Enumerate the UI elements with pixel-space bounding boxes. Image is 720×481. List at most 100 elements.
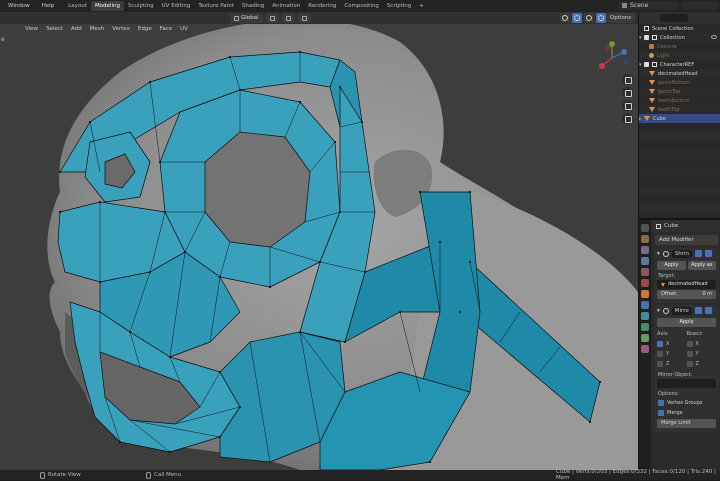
tab-animation[interactable]: Animation: [268, 1, 304, 11]
render-toggle-icon[interactable]: [705, 250, 713, 257]
checkbox-icon[interactable]: [644, 35, 649, 40]
mirror-object-field[interactable]: [657, 379, 716, 388]
shrinkwrap-name-field[interactable]: Shrin: [671, 249, 693, 258]
shrinkwrap-apply-button[interactable]: Apply: [657, 261, 686, 270]
overlay-toggle[interactable]: [560, 13, 570, 23]
checkbox-icon[interactable]: [658, 410, 664, 416]
perspective-toggle-icon[interactable]: [622, 113, 633, 124]
tab-scripting[interactable]: Scripting: [383, 1, 415, 11]
vertex-groups-toggle[interactable]: Vertex Groups: [654, 398, 719, 408]
xray-icon: [574, 15, 580, 21]
checkbox-icon[interactable]: [657, 361, 663, 367]
view-layer-tab-icon[interactable]: [641, 257, 649, 265]
menu-edge[interactable]: Edge: [135, 26, 155, 32]
transform-orientation-dropdown[interactable]: Global: [230, 13, 263, 23]
menu-face[interactable]: Face: [157, 26, 175, 32]
world-tab-icon[interactable]: [641, 279, 649, 287]
proportional-edit-button[interactable]: [297, 13, 311, 23]
view-layer-selector[interactable]: [682, 1, 718, 10]
checkbox-icon[interactable]: [644, 62, 649, 67]
material-shading-button[interactable]: [596, 13, 606, 23]
zoom-icon[interactable]: [622, 74, 633, 85]
outliner-row-scene-collection[interactable]: Scene Collection: [639, 24, 720, 33]
snap-button[interactable]: [281, 13, 295, 23]
axis-x-toggle[interactable]: X: [657, 339, 687, 349]
checkbox-icon[interactable]: [686, 361, 693, 367]
menu-mesh[interactable]: Mesh: [87, 26, 107, 32]
scene-selector[interactable]: Scene: [618, 1, 678, 10]
outliner-search-field[interactable]: [660, 14, 688, 22]
menu-uv[interactable]: UV: [177, 26, 191, 32]
material-tab-icon[interactable]: [641, 345, 649, 353]
tab-shading[interactable]: Shading: [238, 1, 268, 11]
axis-y-toggle[interactable]: Y: [657, 349, 687, 359]
scene-tab-icon[interactable]: [641, 268, 649, 276]
tab-uv-editing[interactable]: UV Editing: [158, 1, 195, 11]
checkbox-icon[interactable]: [686, 341, 693, 347]
outliner-row-cube[interactable]: ▸ Cube: [639, 114, 720, 123]
outliner-row-decimatedhead[interactable]: decimatedHead: [639, 69, 720, 78]
merge-limit-field[interactable]: Merge Limit: [657, 419, 716, 428]
viewport-render: [0, 12, 638, 470]
modifier-tab-icon[interactable]: [641, 301, 649, 309]
checkbox-icon[interactable]: [657, 341, 663, 347]
outliner-row-light[interactable]: Light: [639, 51, 720, 60]
outliner-row-characterref[interactable]: ▾ CharacterREF: [639, 60, 720, 69]
outliner-row-teethbottom[interactable]: teethBottom: [639, 96, 720, 105]
object-name: Cube: [664, 223, 679, 229]
data-tab-icon[interactable]: [641, 334, 649, 342]
physics-tab-icon[interactable]: [641, 323, 649, 331]
tab-sculpting[interactable]: Sculpting: [124, 1, 158, 11]
tab-modeling[interactable]: Modeling: [90, 1, 124, 11]
editmode-toggle-icon[interactable]: [694, 307, 702, 314]
xray-toggle[interactable]: [572, 13, 582, 23]
tab-compositing[interactable]: Compositing: [340, 1, 382, 11]
menu-view[interactable]: View: [22, 26, 41, 32]
shrinkwrap-apply-as-button[interactable]: Apply as: [687, 261, 716, 270]
menu-window[interactable]: Window: [2, 3, 36, 9]
offset-field[interactable]: Offset: 0 m: [657, 290, 716, 299]
pan-icon[interactable]: [622, 87, 633, 98]
transform-controls: Global: [230, 13, 311, 23]
solid-shading-button[interactable]: [584, 13, 594, 23]
bisect-x-toggle[interactable]: X: [686, 339, 717, 349]
bisect-z-toggle[interactable]: Z: [686, 359, 717, 369]
particles-tab-icon[interactable]: [641, 312, 649, 320]
eye-icon[interactable]: [711, 35, 717, 39]
outliner-row-teethtop[interactable]: teethTop: [639, 105, 720, 114]
mirror-name-field[interactable]: Mirro: [671, 306, 692, 315]
checkbox-icon[interactable]: [658, 400, 664, 406]
checkbox-icon[interactable]: [686, 351, 693, 357]
scene-statistics: Cube | Verts:0/203 | Edges:0/332 | Faces…: [556, 469, 716, 481]
merge-toggle[interactable]: Merge: [654, 408, 719, 418]
tab-rendering[interactable]: Rendering: [304, 1, 340, 11]
tab-layout[interactable]: Layout: [64, 1, 91, 11]
mirror-apply-button[interactable]: Apply: [657, 318, 716, 327]
add-workspace-button[interactable]: +: [415, 1, 428, 11]
pivot-point-button[interactable]: [265, 13, 279, 23]
camera-view-icon[interactable]: [622, 100, 633, 111]
axis-z-toggle[interactable]: Z: [657, 359, 687, 369]
tool-tab-icon[interactable]: [641, 224, 649, 232]
editmode-toggle-icon[interactable]: [695, 250, 703, 257]
navigation-tools: [622, 74, 633, 124]
menu-help[interactable]: Help: [36, 3, 61, 9]
options-dropdown[interactable]: Options: [606, 13, 636, 23]
menu-select[interactable]: Select: [43, 26, 66, 32]
tab-texture-paint[interactable]: Texture Paint: [194, 1, 238, 11]
outliner-row-collection[interactable]: ▾ Collection: [639, 33, 720, 42]
checkbox-icon[interactable]: [657, 351, 663, 357]
output-tab-icon[interactable]: [641, 246, 649, 254]
add-modifier-button[interactable]: Add Modifier: [655, 235, 718, 245]
menu-vertex[interactable]: Vertex: [109, 26, 133, 32]
target-field[interactable]: decimatedHead: [657, 280, 716, 289]
bisect-y-toggle[interactable]: Y: [686, 349, 717, 359]
render-toggle-icon[interactable]: [704, 307, 712, 314]
menu-add[interactable]: Add: [68, 26, 85, 32]
outliner-row-camera[interactable]: Camera: [639, 42, 720, 51]
3d-viewport[interactable]: [0, 12, 638, 470]
outliner-row-gumsbottom[interactable]: gumsBottom: [639, 78, 720, 87]
outliner-row-gumstop[interactable]: gumsTop: [639, 87, 720, 96]
render-tab-icon[interactable]: [641, 235, 649, 243]
object-tab-icon[interactable]: [641, 290, 649, 298]
